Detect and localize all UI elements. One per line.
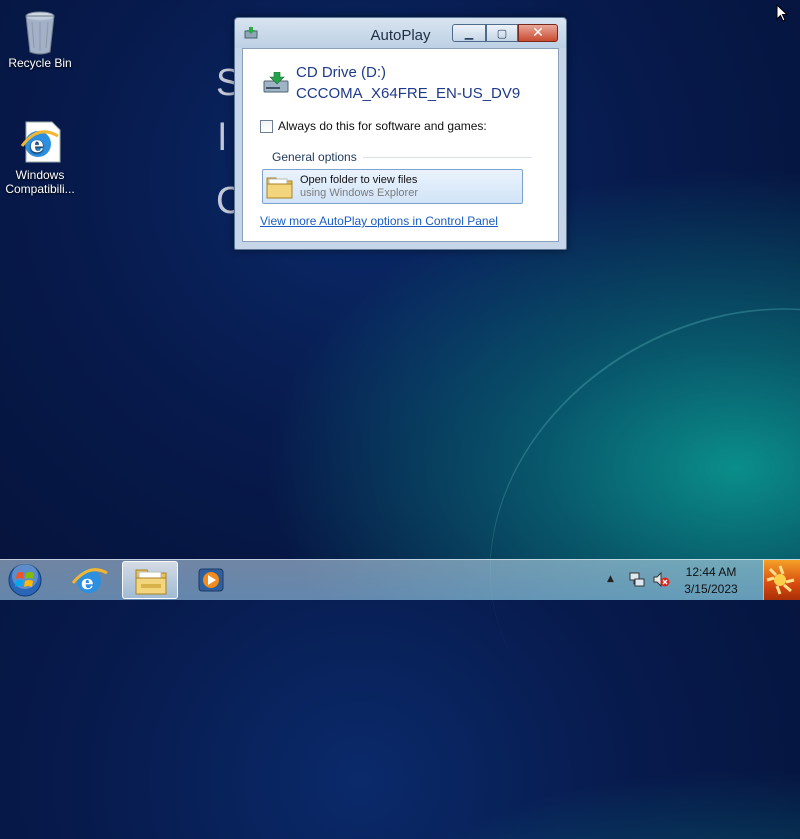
control-panel-link[interactable]: View more AutoPlay options in Control Pa… (260, 214, 498, 228)
section-divider (363, 157, 532, 158)
open-folder-option[interactable]: Open folder to view files using Windows … (262, 169, 523, 204)
show-hidden-icons-button[interactable]: ▲ (607, 574, 614, 584)
media-player-icon (198, 568, 224, 592)
always-do-this-row[interactable]: Always do this for software and games: (260, 119, 487, 133)
desktop-icon-label: Recycle Bin (8, 56, 72, 70)
flower-thumbnail-icon (766, 565, 795, 595)
title-bar[interactable]: AutoPlay ▁ ▢ ✕ (235, 18, 566, 48)
desktop-icon-label: Compatibili... (5, 182, 75, 196)
close-icon: ✕ (532, 25, 544, 41)
taskbar-internet-explorer[interactable]: e (61, 561, 117, 599)
option-label: Open folder to view files (300, 174, 418, 186)
desktop-icon-recycle-bin[interactable]: Recycle Bin (0, 8, 80, 70)
show-desktop-button[interactable] (763, 560, 800, 600)
clock-time[interactable]: 12:44 AM (676, 565, 746, 579)
internet-explorer-icon: e (71, 568, 108, 594)
taskbar-media-player[interactable] (183, 561, 239, 599)
drive-volume-label: CCCOMA_X64FRE_EN-US_DV9 (296, 85, 521, 102)
always-do-this-checkbox[interactable] (260, 119, 273, 133)
taskbar-windows-explorer[interactable] (122, 561, 178, 599)
taskbar: e ▲ 12:44 AM 3/15/2023 (0, 559, 800, 600)
windows-start-orb-icon (8, 563, 42, 597)
network-icon[interactable] (628, 571, 646, 588)
minimize-button[interactable]: ▁ (452, 24, 486, 42)
clock-date[interactable]: 3/15/2023 (676, 582, 746, 596)
background-letter: l (218, 117, 227, 159)
mouse-cursor-icon (776, 4, 788, 22)
maximize-button[interactable]: ▢ (486, 24, 518, 42)
section-title: General options (272, 150, 357, 164)
option-sublabel: using Windows Explorer (300, 187, 418, 199)
minimize-icon: ▁ (464, 26, 474, 40)
folder-icon (135, 569, 167, 595)
close-button[interactable]: ✕ (518, 24, 558, 42)
drive-name: CD Drive (D:) (296, 64, 386, 81)
recycle-bin-icon (18, 8, 62, 55)
autoplay-window: AutoPlay ▁ ▢ ✕ CD Drive (D:) CCCOMA_X64F… (234, 17, 567, 250)
desktop-icon-label: Windows (15, 168, 65, 182)
always-do-this-label[interactable]: Always do this for software and games: (278, 119, 487, 133)
start-button[interactable] (6, 562, 44, 598)
cd-drive-icon (263, 72, 289, 93)
internet-explorer-icon: e (18, 120, 62, 164)
dialog-content: CD Drive (D:) CCCOMA_X64FRE_EN-US_DV9 Al… (242, 48, 559, 242)
volume-muted-icon[interactable] (652, 571, 670, 588)
folder-icon (266, 177, 293, 199)
desktop-icon-windows-compatibility[interactable]: e Windows Compatibili... (0, 120, 80, 196)
wallpaper-swoosh (411, 222, 800, 839)
maximize-icon: ▢ (496, 26, 508, 40)
